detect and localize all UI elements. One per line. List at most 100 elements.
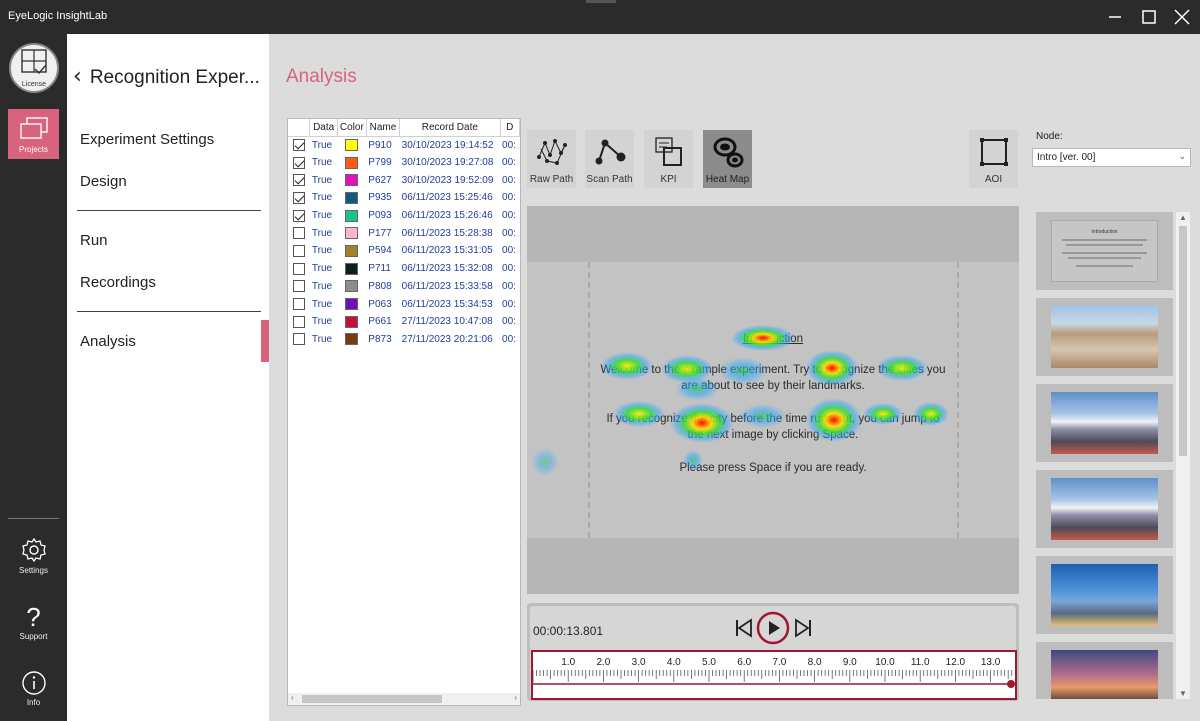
thumbnail-city-5[interactable] (1036, 642, 1173, 699)
column-header-name[interactable]: Name (366, 119, 401, 137)
scan-path-button[interactable]: Scan Path (585, 130, 634, 188)
rail-item-projects[interactable]: Projects (8, 109, 59, 159)
column-header-d[interactable]: D (500, 119, 520, 137)
scroll-down-icon[interactable]: ▼ (1179, 689, 1187, 698)
timeline-scrubber[interactable]: 1.0 2.0 3.0 4.0 5.0 6.0 7.0 8.0 9.0 10.0 11.0 12.0 1… (531, 650, 1017, 700)
row-color-swatch[interactable] (345, 298, 359, 311)
skip-back-icon[interactable] (733, 616, 755, 640)
table-row[interactable]: True P177 06/11/2023 15:28:38 00: (288, 224, 520, 242)
heat-map-icon (713, 137, 744, 168)
row-checkbox[interactable] (292, 139, 305, 152)
row-color-swatch[interactable] (345, 156, 359, 169)
row-record-date: 06/11/2023 15:34:53 (401, 298, 493, 310)
row-color-swatch[interactable] (345, 280, 359, 293)
heat-map-button[interactable]: Heat Map (703, 130, 752, 188)
thumbnail-city-3[interactable] (1036, 470, 1173, 548)
back-button[interactable]: ‹ Recognition Exper... (73, 64, 260, 89)
maximize-button[interactable] (1138, 6, 1160, 28)
node-dropdown[interactable]: Intro [ver. 00] ⌄ (1032, 148, 1191, 167)
row-color-swatch[interactable] (345, 139, 359, 152)
row-data: True (311, 333, 333, 345)
row-checkbox[interactable] (292, 209, 305, 222)
row-name: P935 (368, 192, 392, 204)
row-color-swatch[interactable] (345, 191, 359, 204)
column-header-color[interactable]: Color (337, 119, 367, 137)
table-header-row: Data Color Name Record Date D (288, 119, 520, 137)
table-row[interactable]: True P935 06/11/2023 15:25:46 00: (288, 189, 520, 207)
skip-forward-icon[interactable] (792, 616, 814, 640)
table-row[interactable]: True P808 06/11/2023 15:33:58 00: (288, 278, 520, 296)
minimize-button[interactable] (1104, 6, 1126, 28)
chevron-left-icon: ‹ (73, 64, 82, 89)
row-checkbox[interactable] (292, 262, 305, 275)
menu-item-design[interactable]: Design (80, 173, 127, 190)
license-button[interactable]: License (9, 43, 59, 93)
raw-path-button[interactable]: Raw Path (527, 130, 576, 188)
table-row[interactable]: True P093 06/11/2023 15:26:46 00: (288, 207, 520, 225)
row-record-date: 30/10/2023 19:14:52 (401, 139, 494, 151)
row-name: P661 (368, 316, 392, 328)
row-color-swatch[interactable] (345, 315, 359, 328)
menu-item-run[interactable]: Run (80, 232, 108, 249)
row-checkbox[interactable] (292, 191, 305, 204)
row-color-swatch[interactable] (345, 262, 359, 275)
thumbnail-intro[interactable]: Introduction (1036, 212, 1173, 290)
stimulus-canvas[interactable]: Introduction Welcome to the example expe… (527, 206, 1019, 594)
row-color-swatch[interactable] (345, 333, 359, 346)
slide-heading: Introduction (742, 333, 804, 345)
table-row[interactable]: True P873 27/11/2023 20:21:06 00: (288, 331, 520, 349)
row-color-swatch[interactable] (345, 244, 359, 257)
row-checkbox[interactable] (292, 298, 305, 311)
row-color-swatch[interactable] (345, 227, 359, 240)
row-color-swatch[interactable] (345, 209, 359, 222)
playhead-handle[interactable] (1007, 680, 1015, 688)
menu-item-recordings[interactable]: Recordings (80, 274, 156, 291)
horizontal-scrollbar[interactable]: ‹ › (288, 693, 520, 705)
column-header-record-date[interactable]: Record Date (399, 119, 501, 137)
table-row[interactable]: True P063 06/11/2023 15:34:53 00: (288, 295, 520, 313)
scroll-thumb[interactable] (1179, 226, 1187, 456)
row-checkbox[interactable] (292, 156, 305, 169)
scroll-left-icon[interactable]: ‹ (291, 693, 294, 702)
row-checkbox[interactable] (292, 333, 305, 346)
menu-item-analysis[interactable]: Analysis (80, 333, 136, 350)
table-row[interactable]: True P661 27/11/2023 10:47:08 00: (288, 313, 520, 331)
row-data: True (311, 245, 333, 257)
row-color-swatch[interactable] (345, 174, 359, 187)
aoi-button[interactable]: AOI (969, 130, 1018, 188)
column-header-data[interactable]: Data (309, 119, 338, 137)
table-row[interactable]: True P799 30/10/2023 19:27:08 00: (288, 154, 520, 172)
thumbnail-city-1[interactable] (1036, 298, 1173, 376)
menu-item-experiment-settings[interactable]: Experiment Settings (80, 131, 214, 148)
info-icon (21, 671, 46, 695)
thumbnail-city-4[interactable] (1036, 556, 1173, 634)
row-checkbox[interactable] (292, 280, 305, 293)
row-checkbox[interactable] (292, 227, 305, 240)
kpi-button[interactable]: KPI (644, 130, 693, 188)
row-data: True (311, 298, 333, 310)
row-checkbox[interactable] (292, 174, 305, 187)
play-button[interactable] (756, 611, 790, 645)
aoi-label: AOI (984, 174, 1003, 185)
rail-item-info[interactable]: Info (0, 670, 67, 707)
playback-panel: 00:00:13.801 1.0 2.0 3.0 4.0 5.0 6.0 7.0 8.0 9.0… (527, 603, 1019, 701)
thumbnail-scrollbar[interactable]: ▲ ▼ (1176, 212, 1190, 699)
close-button[interactable] (1171, 6, 1193, 28)
rail-item-settings[interactable]: Settings (0, 536, 67, 575)
scroll-up-icon[interactable]: ▲ (1179, 213, 1187, 222)
table-row[interactable]: True P910 30/10/2023 19:14:52 00: (288, 136, 520, 154)
thumbnail-city-2[interactable] (1036, 384, 1173, 462)
table-row[interactable]: True P711 06/11/2023 15:32:08 00: (288, 260, 520, 278)
column-header-select[interactable] (288, 119, 311, 137)
scroll-thumb[interactable] (302, 695, 442, 703)
row-duration: 00: (502, 174, 516, 186)
row-checkbox[interactable] (292, 315, 305, 328)
rail-item-support[interactable]: ? Support (0, 602, 67, 641)
thumbnail-intro-title: Introduction (1091, 229, 1118, 235)
drag-handle[interactable] (586, 0, 616, 3)
row-checkbox[interactable] (292, 244, 305, 257)
table-row[interactable]: True P594 06/11/2023 15:31:05 00: (288, 242, 520, 260)
row-name: P711 (368, 263, 391, 275)
scroll-right-icon[interactable]: › (514, 693, 517, 702)
table-row[interactable]: True P627 30/10/2023 19:52:09 00: (288, 171, 520, 189)
